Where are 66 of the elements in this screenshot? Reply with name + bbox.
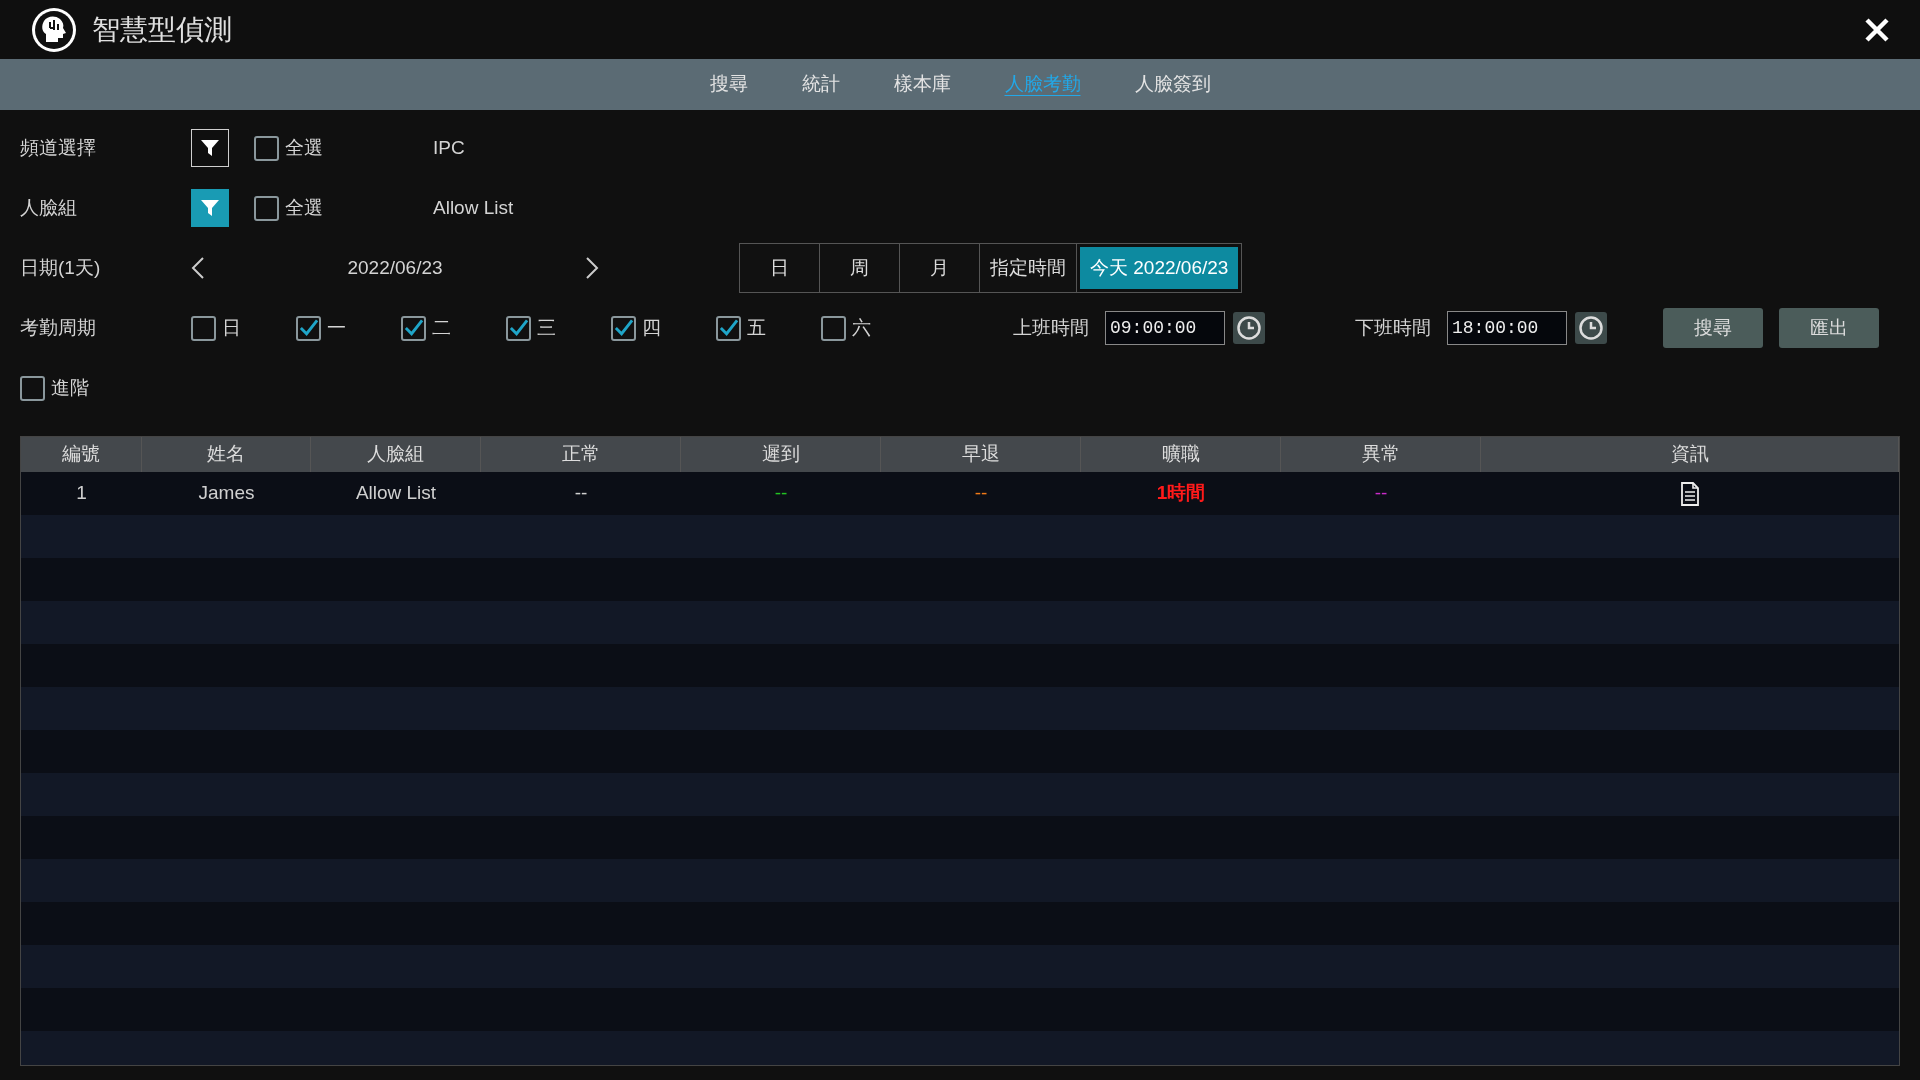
checkbox[interactable] (401, 315, 426, 341)
column-header: 異常 (1281, 437, 1481, 472)
checkbox-label: 全選 (285, 135, 323, 160)
column-header: 正常 (481, 437, 681, 472)
previous-arrow-icon[interactable] (191, 255, 205, 281)
checkbox[interactable] (254, 135, 279, 161)
field-label: 日期(1天) (20, 255, 102, 280)
clock-icon[interactable] (1575, 312, 1607, 344)
range-tab[interactable]: 今天 2022/06/23 (1080, 247, 1239, 289)
window-title: 智慧型偵測 (92, 12, 232, 47)
column-header: 早退 (881, 437, 1081, 472)
checkbox[interactable] (254, 195, 279, 221)
date-value: 2022/06/23 (346, 255, 444, 280)
checkbox[interactable] (20, 375, 45, 401)
table-cell-text: James (197, 481, 256, 506)
tab[interactable]: 人臉簽到 (1107, 66, 1238, 103)
checkbox[interactable] (191, 315, 216, 341)
selected-value: IPC (433, 135, 465, 160)
clock-icon[interactable] (1233, 312, 1265, 344)
filter-button[interactable] (191, 129, 229, 167)
tab[interactable]: 樣本庫 (866, 66, 978, 103)
action-button[interactable]: 匯出 (1779, 308, 1879, 348)
close-icon[interactable] (1864, 16, 1890, 43)
column-header: 人臉組 (311, 437, 481, 472)
checkbox-label: 一 (327, 315, 346, 340)
column-header: 遲到 (681, 437, 881, 472)
checkbox-label: 六 (852, 315, 871, 340)
table-cell-text: Allow List (354, 481, 438, 506)
table-cell-text: -- (973, 481, 989, 506)
checkbox[interactable] (611, 315, 636, 341)
selected-value: Allow List (433, 195, 514, 220)
time-field[interactable]: 09:00:00 (1105, 311, 1225, 345)
field-label: 人臉組 (20, 195, 78, 220)
field-label: 下班時間 (1355, 315, 1431, 340)
filter-icon (199, 137, 221, 159)
table-cell-text: -- (1373, 481, 1389, 506)
checkbox[interactable] (506, 315, 531, 341)
tab[interactable]: 搜尋 (682, 66, 775, 103)
checkbox[interactable] (716, 315, 741, 341)
document-icon[interactable] (1680, 481, 1700, 506)
table-cell-text: 1時間 (1155, 481, 1207, 506)
checkbox-label: 日 (222, 315, 241, 340)
checkbox-label: 二 (432, 315, 451, 340)
checkbox-label: 全選 (285, 195, 323, 220)
checkbox-label: 進階 (51, 375, 89, 400)
column-header: 資訊 (1481, 437, 1899, 472)
checkbox-label: 四 (642, 315, 661, 340)
time-field[interactable]: 18:00:00 (1447, 311, 1567, 345)
next-arrow-icon[interactable] (585, 255, 599, 281)
table-cell-text: 1 (75, 481, 88, 506)
face-logo-icon (30, 5, 78, 54)
checkbox-label: 五 (747, 315, 766, 340)
checkbox[interactable] (821, 315, 846, 341)
table-cell-text: -- (573, 481, 589, 506)
table-cell-text: -- (773, 481, 789, 506)
action-button[interactable]: 搜尋 (1663, 308, 1763, 348)
tab[interactable]: 統計 (774, 66, 867, 103)
field-label: 頻道選擇 (20, 135, 97, 160)
column-header: 姓名 (142, 437, 311, 472)
checkbox-label: 三 (537, 315, 556, 340)
column-header: 編號 (21, 437, 142, 472)
checkbox[interactable] (296, 315, 321, 341)
field-label: 考勤周期 (20, 315, 97, 340)
filter-icon (199, 197, 221, 219)
column-header: 曠職 (1081, 437, 1281, 472)
field-label: 上班時間 (1013, 315, 1089, 340)
